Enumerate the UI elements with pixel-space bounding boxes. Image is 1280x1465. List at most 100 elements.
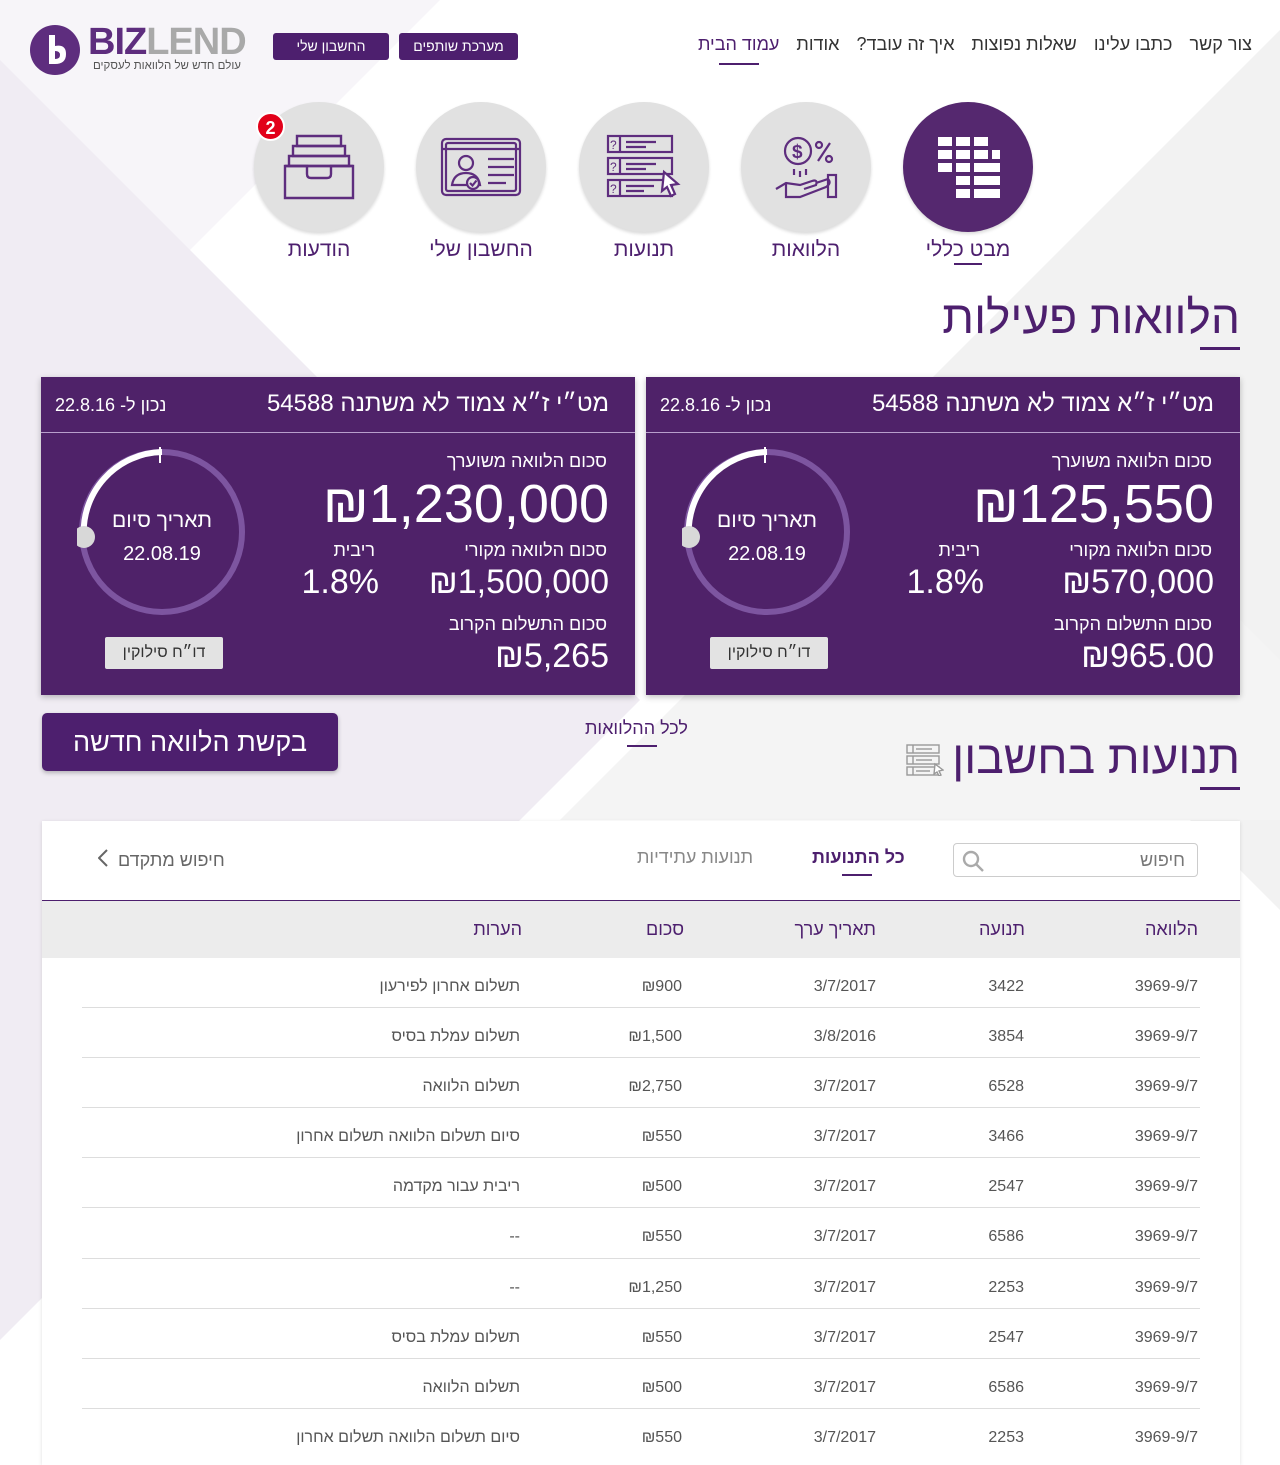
original-amount-label: סכום הלוואה מקורי [1069,540,1212,560]
table-row[interactable]: 3969-9/7 3854 3/8/2016 ₪1,500 תשלום עמלת בסי… [82,1008,1200,1059]
cell-loan: 3969-9/7 [1134,1128,1198,1146]
cell-date: 3/7/2017 [813,1328,876,1346]
cell-tx: 3422 [988,978,1024,995]
amortization-report-button[interactable]: דו״ח סילוקין [105,637,223,669]
tab-future-transactions[interactable]: תנועות עתידיות [637,847,753,868]
partners-button[interactable]: מערכת שותפים [399,33,518,60]
table-row[interactable]: 3969-9/7 2253 3/7/2017 ₪550 סיום תשלום הלווא… [82,1409,1200,1459]
loan-card-header: מט״י ז״א צמוד לא משתנה 54588 נכון ל- 22.… [41,377,635,433]
next-payment-label: סכום התשלום הקרוב [448,614,607,634]
svg-text:?: ? [610,160,617,174]
table-row[interactable]: 3969-9/7 6528 3/7/2017 ₪2,750 תשלום הלוואה [82,1058,1200,1109]
column-value-date[interactable]: תאריך ערך [795,919,876,940]
cell-notes: תשלום עמלת בסיס [391,1028,520,1046]
cell-tx: 2547 [988,1178,1024,1196]
loan-progress-ring: תאריך סיום 22.08.19 [73,447,247,617]
original-amount-value: ₪570,000 [1062,563,1214,601]
interest-rate-value: 1.8% [301,563,380,601]
cell-tx: 6586 [988,1228,1024,1246]
column-notes[interactable]: הערות [473,919,522,940]
svg-text:$: $ [792,142,803,163]
estimated-amount-label: סכום הלוואה משוערך [446,451,607,471]
cell-notes: סיום תשלום הלוואה תשלום אחרון [296,1128,520,1146]
loan-card-title: מט״י ז״א צמוד לא משתנה 54588 [871,390,1214,417]
column-transaction[interactable]: תנועה [979,919,1025,940]
cell-loan: 3969-9/7 [1134,1078,1198,1096]
tab-all-transactions[interactable]: כל התנועות [812,847,905,876]
table-row[interactable]: 3969-9/7 2253 3/7/2017 ₪1,250 -- [82,1259,1200,1309]
nav-home[interactable]: עמוד הבית [698,34,779,55]
cell-date: 3/7/2017 [813,1128,876,1146]
cell-date: 3/7/2017 [813,1278,876,1296]
cell-amount: ₪500 [641,1178,682,1196]
column-loan[interactable]: הלוואה [1145,919,1198,940]
table-row[interactable]: 3969-9/7 2547 3/7/2017 ₪500 ריבית עבור מקדמה [82,1158,1200,1209]
cell-tx: 6528 [988,1078,1024,1096]
loan-card: מט״י ז״א צמוד לא משתנה 54588 נכון ל- 22.… [41,377,635,695]
transactions-table-body: 3969-9/7 3422 3/7/2017 ₪900 תשלום אחרון לפיר… [82,958,1200,1459]
table-row[interactable]: 3969-9/7 6586 3/7/2017 ₪550 -- [82,1208,1200,1259]
transactions-list-icon [906,744,945,781]
next-payment-label: סכום התשלום הקרוב [1053,614,1212,634]
cell-amount: ₪1,500 [628,1028,682,1046]
top-nav: עמוד הבית אודות איך זה עובד? שאלות נפוצו… [698,34,1252,55]
loan-card-title: מט״י ז״א צמוד לא משתנה 54588 [266,390,609,417]
estimated-amount-value: ₪125,550 [972,474,1214,534]
iconnav-overview-label: מבט כללי [898,238,1038,262]
end-date-label: תאריך סיום [717,509,817,532]
end-date-value: 22.08.19 [728,543,806,565]
iconnav-loans[interactable]: $ הלוואות [736,102,876,262]
cell-tx: 3854 [988,1028,1024,1046]
column-amount[interactable]: סכום [646,919,684,940]
cell-loan: 3969-9/7 [1134,1378,1198,1396]
nav-how-it-works[interactable]: איך זה עובד? [856,34,954,55]
nav-faq[interactable]: שאלות נפוצות [972,34,1077,55]
cell-notes: -- [509,1228,520,1246]
nav-press[interactable]: כתבו עלינו [1094,34,1173,55]
iconnav-account-label: החשבון שלי [429,238,533,261]
cell-loan: 3969-9/7 [1134,1278,1198,1296]
transactions-title: תנועות בחשבון [952,731,1240,790]
nav-about[interactable]: אודות [796,34,839,55]
my-account-button[interactable]: החשבון שלי [273,33,389,60]
table-row[interactable]: 3969-9/7 3422 3/7/2017 ₪900 תשלום אחרון לפיר… [82,958,1200,1009]
cell-loan: 3969-9/7 [1134,1178,1198,1196]
table-header: הלוואה תנועה תאריך ערך סכום הערות [42,901,1240,958]
cell-date: 3/7/2017 [813,978,876,995]
active-loans-title: הלוואות פעילות [942,291,1240,350]
cell-notes: תשלום הלוואה [422,1078,520,1096]
iconnav-transactions[interactable]: ? ? ? תנועות [574,102,714,262]
iconnav-overview[interactable]: מבט כללי [898,102,1038,262]
next-payment-value: ₪965.00 [1081,637,1214,675]
cell-date: 3/7/2017 [813,1378,876,1396]
loan-card-as-of: נכון ל- 22.8.16 [55,395,167,415]
cell-tx: 2253 [988,1278,1024,1296]
cell-tx: 6586 [988,1378,1024,1396]
cell-notes: סיום תשלום הלוואה תשלום אחרון [296,1428,520,1446]
table-row[interactable]: 3969-9/7 2547 3/7/2017 ₪550 תשלום עמלת בסיס [82,1309,1200,1359]
all-loans-link[interactable]: לכל ההלוואות [585,718,688,747]
iconnav-account[interactable]: החשבון שלי [411,102,551,262]
cell-notes: תשלום עמלת בסיס [391,1328,520,1346]
iconnav-messages[interactable]: 2 הודעות [249,102,389,262]
table-row[interactable]: 3969-9/7 3466 3/7/2017 ₪550 סיום תשלום הלווא… [82,1108,1200,1159]
cell-date: 3/7/2017 [813,1428,876,1446]
advanced-search-link[interactable]: חיפוש מתקדם [97,849,225,872]
id-card-icon [416,102,546,232]
table-row[interactable]: 3969-9/7 6586 3/7/2017 ₪500 תשלום הלוואה [82,1359,1200,1409]
original-amount-label: סכום הלוואה מקורי [464,540,607,560]
search-input[interactable] [995,849,1185,871]
logo[interactable]: BIZLEND עולם חדש של הלוואות לעסקים [30,22,247,76]
cell-notes: -- [509,1278,520,1296]
search-icon[interactable] [962,850,984,877]
new-loan-request-button[interactable]: בקשת הלוואה חדשה [42,713,338,771]
amortization-report-button[interactable]: דו״ח סילוקין [710,637,828,669]
grid-icon [903,102,1033,232]
cell-tx: 2547 [988,1328,1024,1346]
cell-amount: ₪550 [641,1128,682,1146]
interest-rate-label: ריבית [333,540,375,560]
cell-tx: 3466 [988,1128,1024,1146]
nav-contact[interactable]: צור קשר [1190,34,1252,55]
end-date-label: תאריך סיום [112,509,212,532]
inbox-tray-icon: 2 [254,102,384,232]
